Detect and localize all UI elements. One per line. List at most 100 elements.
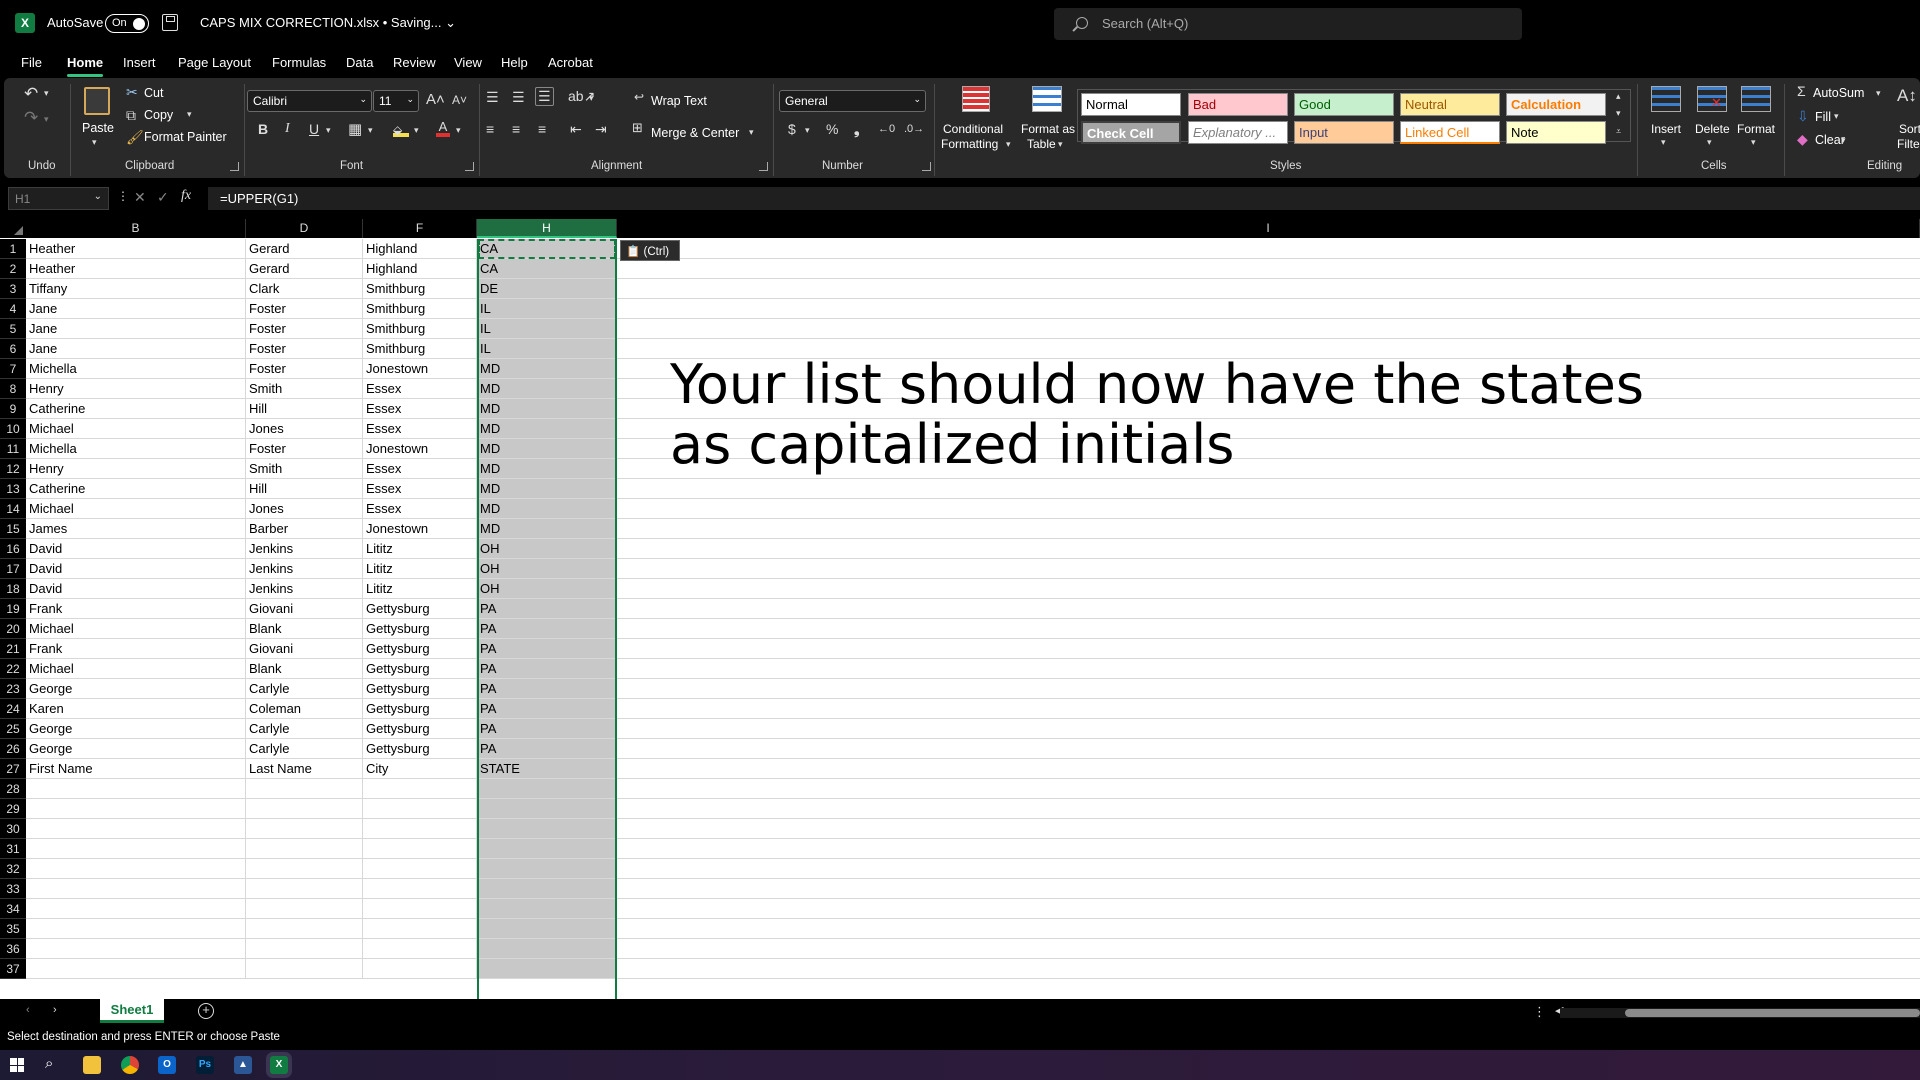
italic-icon[interactable]: I bbox=[285, 121, 290, 137]
grid-cell[interactable] bbox=[26, 919, 246, 939]
grid-cell[interactable]: Gerard bbox=[246, 239, 363, 259]
grid-cell[interactable] bbox=[363, 839, 477, 859]
grid-cell[interactable]: Michella bbox=[26, 439, 246, 459]
row-header[interactable]: 5 bbox=[0, 319, 26, 339]
row-header[interactable]: 35 bbox=[0, 919, 26, 939]
column-header-h[interactable]: H bbox=[477, 219, 617, 238]
row-header[interactable]: 24 bbox=[0, 699, 26, 719]
grid-cell[interactable]: Foster bbox=[246, 319, 363, 339]
grid-cell[interactable]: Foster bbox=[246, 299, 363, 319]
format-as-table-line2[interactable]: Table bbox=[1027, 137, 1056, 151]
grid-cell[interactable]: George bbox=[26, 719, 246, 739]
grid-cell[interactable]: MD bbox=[477, 399, 617, 419]
grid-cell[interactable]: Jenkins bbox=[246, 539, 363, 559]
fill-dropdown-icon[interactable]: ▾ bbox=[414, 125, 419, 136]
grid-cell[interactable]: Michael bbox=[26, 659, 246, 679]
grid-cell[interactable] bbox=[363, 939, 477, 959]
grid-cell[interactable] bbox=[477, 799, 617, 819]
underline-icon[interactable]: U bbox=[309, 121, 319, 137]
row-header[interactable]: 33 bbox=[0, 879, 26, 899]
row-header[interactable]: 21 bbox=[0, 639, 26, 659]
tab-file[interactable]: File bbox=[21, 55, 42, 70]
file-explorer-icon[interactable] bbox=[83, 1056, 101, 1074]
bold-icon[interactable]: B bbox=[258, 121, 268, 137]
grid-cell[interactable]: George bbox=[26, 739, 246, 759]
font-color-icon[interactable]: A bbox=[436, 119, 450, 137]
grid-cell[interactable]: Smithburg bbox=[363, 319, 477, 339]
clear-dropdown-icon[interactable]: ▾ bbox=[1841, 135, 1846, 146]
grid-cell[interactable] bbox=[246, 879, 363, 899]
font-size-select[interactable]: 11 ⌄ bbox=[373, 90, 419, 112]
grid-cell[interactable]: Smithburg bbox=[363, 279, 477, 299]
grid-cell-empty[interactable] bbox=[617, 639, 1920, 659]
grid-cell[interactable]: MD bbox=[477, 499, 617, 519]
sort-filter-line1[interactable]: Sort bbox=[1899, 122, 1920, 136]
insert-cells-button[interactable]: Insert bbox=[1651, 122, 1681, 136]
percent-icon[interactable]: % bbox=[826, 121, 838, 137]
grid-cell[interactable]: Giovani bbox=[246, 599, 363, 619]
fill-button[interactable]: Fill bbox=[1815, 110, 1831, 124]
row-header[interactable]: 14 bbox=[0, 499, 26, 519]
row-header[interactable]: 25 bbox=[0, 719, 26, 739]
grid-cell[interactable]: Clark bbox=[246, 279, 363, 299]
scroll-left-icon[interactable]: ‹ bbox=[26, 1004, 30, 1016]
grid-cell[interactable]: PA bbox=[477, 739, 617, 759]
grid-cell[interactable]: Gettysburg bbox=[363, 659, 477, 679]
styles-scroll-down-icon[interactable]: ▾ bbox=[1616, 108, 1621, 119]
grid-cell[interactable] bbox=[26, 819, 246, 839]
grid-cell-empty[interactable] bbox=[617, 739, 1920, 759]
undo-dropdown-icon[interactable]: ▾ bbox=[44, 88, 49, 99]
grid-cell[interactable]: Essex bbox=[363, 399, 477, 419]
wrap-text-button[interactable]: Wrap Text bbox=[651, 94, 707, 108]
paste-options-button[interactable]: 📋 (Ctrl) ▾ bbox=[620, 240, 680, 269]
format-as-table-icon[interactable] bbox=[1032, 86, 1062, 112]
grid-cell[interactable] bbox=[477, 959, 617, 979]
grid-cell[interactable]: Heather bbox=[26, 239, 246, 259]
add-sheet-icon[interactable]: + bbox=[198, 1003, 214, 1019]
tab-help[interactable]: Help bbox=[501, 55, 528, 70]
file-title[interactable]: CAPS MIX CORRECTION.xlsx • Saving... ⌄ bbox=[200, 15, 456, 31]
decrease-decimal-icon[interactable]: .0→ bbox=[904, 123, 924, 135]
redo-icon[interactable]: ↷ bbox=[24, 108, 38, 128]
grid-cell[interactable]: Essex bbox=[363, 479, 477, 499]
row-header[interactable]: 12 bbox=[0, 459, 26, 479]
increase-decimal-icon[interactable]: ←0 bbox=[878, 123, 895, 135]
grid-cell[interactable] bbox=[363, 779, 477, 799]
grid-cell[interactable]: MD bbox=[477, 379, 617, 399]
row-header[interactable]: 7 bbox=[0, 359, 26, 379]
grid-cell[interactable]: PA bbox=[477, 639, 617, 659]
style-explanatory[interactable]: Explanatory ... bbox=[1188, 121, 1288, 144]
row-header[interactable]: 13 bbox=[0, 479, 26, 499]
formula-input[interactable]: =UPPER(G1) bbox=[208, 187, 1920, 210]
grid-cell[interactable]: DE bbox=[477, 279, 617, 299]
comma-icon[interactable]: ❟ bbox=[854, 121, 860, 138]
grid-cell[interactable]: MD bbox=[477, 519, 617, 539]
row-header[interactable]: 29 bbox=[0, 799, 26, 819]
grid-cell[interactable]: Foster bbox=[246, 439, 363, 459]
delete-dropdown-icon[interactable]: ▾ bbox=[1707, 137, 1712, 148]
grid-cell[interactable]: Catherine bbox=[26, 479, 246, 499]
autosum-button[interactable]: AutoSum bbox=[1813, 86, 1864, 100]
grid-cell[interactable]: STATE bbox=[477, 759, 617, 779]
row-header[interactable]: 3 bbox=[0, 279, 26, 299]
grid-cell[interactable] bbox=[477, 939, 617, 959]
paste-icon[interactable] bbox=[84, 87, 110, 115]
grid-cell[interactable]: Smith bbox=[246, 459, 363, 479]
grid-cell[interactable]: Jones bbox=[246, 499, 363, 519]
tab-page-layout[interactable]: Page Layout bbox=[178, 55, 251, 70]
format-as-table-line1[interactable]: Format as bbox=[1021, 122, 1075, 136]
style-input[interactable]: Input bbox=[1294, 121, 1394, 144]
scroll-right-icon[interactable]: › bbox=[53, 1004, 57, 1016]
grid-cell[interactable] bbox=[26, 779, 246, 799]
grid-cell-empty[interactable] bbox=[617, 879, 1920, 899]
row-header[interactable]: 11 bbox=[0, 439, 26, 459]
grid-cell[interactable] bbox=[363, 819, 477, 839]
column-header-i[interactable]: I bbox=[617, 219, 1920, 238]
currency-dropdown-icon[interactable]: ▾ bbox=[805, 125, 810, 136]
align-center-icon[interactable]: ≡ bbox=[512, 121, 520, 137]
grid-cell[interactable]: Gettysburg bbox=[363, 719, 477, 739]
column-header-d[interactable]: D bbox=[246, 219, 363, 238]
row-header[interactable]: 16 bbox=[0, 539, 26, 559]
copy-dropdown-icon[interactable]: ▾ bbox=[187, 109, 192, 120]
grid-cell[interactable]: Lititz bbox=[363, 579, 477, 599]
